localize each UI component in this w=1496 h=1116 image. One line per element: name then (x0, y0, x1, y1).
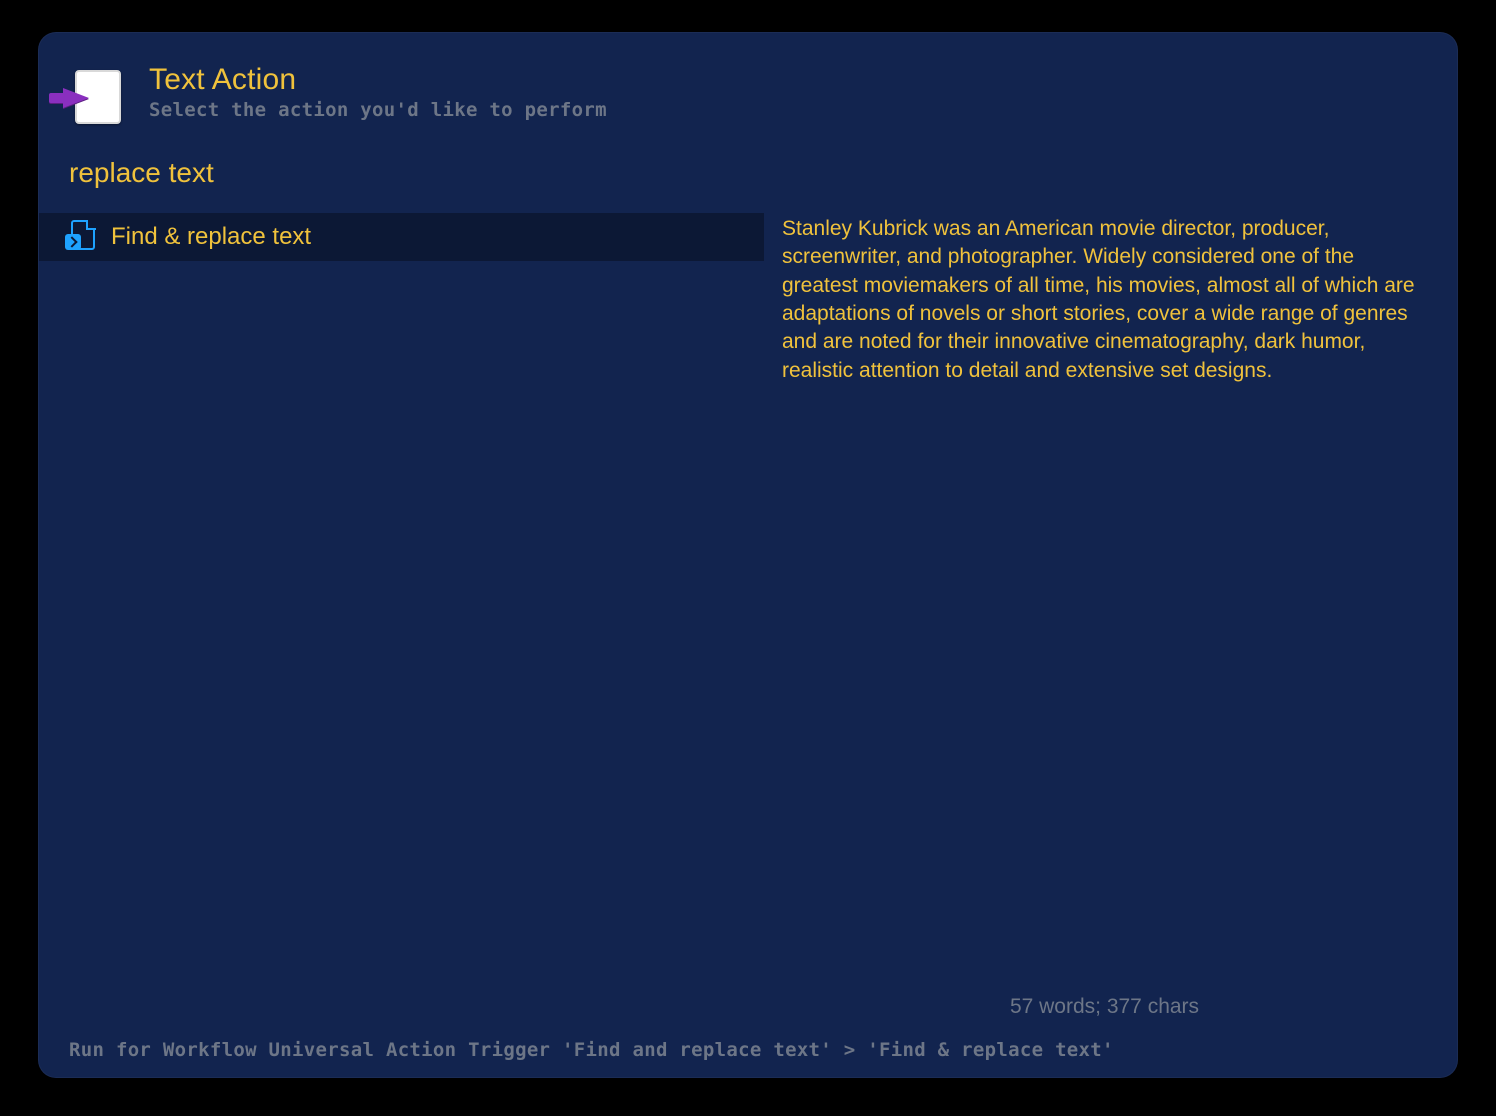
results-list: Find & replace text (39, 199, 764, 1033)
preview-text: Stanley Kubrick was an American movie di… (782, 215, 1427, 385)
panel-header: Text Action Select the action you'd like… (39, 33, 1457, 137)
result-find-replace-text[interactable]: Find & replace text (39, 213, 764, 261)
header-text: Text Action Select the action you'd like… (149, 63, 607, 121)
panel-footer: Run for Workflow Universal Action Trigge… (39, 1033, 1457, 1077)
panel-subtitle: Select the action you'd like to perform (149, 99, 607, 121)
preview-stats: 57 words; 377 chars (782, 995, 1427, 1023)
result-label: Find & replace text (111, 223, 311, 251)
document-arrow-icon (67, 220, 97, 254)
search-input[interactable]: replace text (69, 157, 1427, 189)
preview-pane: Stanley Kubrick was an American movie di… (764, 199, 1457, 1033)
text-action-icon (69, 67, 129, 127)
query-row: replace text (39, 137, 1457, 199)
panel-body: Find & replace text Stanley Kubrick was … (39, 199, 1457, 1033)
breadcrumb: Run for Workflow Universal Action Trigge… (69, 1039, 1427, 1061)
alfred-panel: Text Action Select the action you'd like… (38, 32, 1458, 1078)
panel-title: Text Action (149, 63, 607, 97)
